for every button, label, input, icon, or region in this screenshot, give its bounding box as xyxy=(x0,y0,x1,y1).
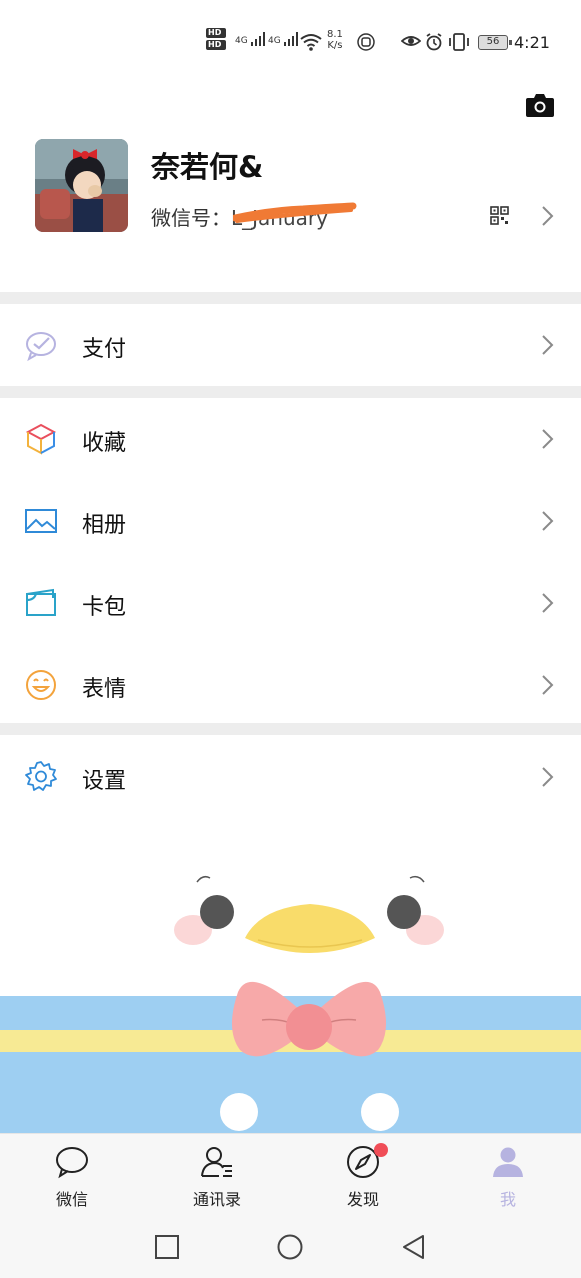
menu-label: 设置 xyxy=(82,769,127,794)
menu-label: 支付 xyxy=(82,337,127,362)
network-speed: 8.1 K/s xyxy=(327,29,343,51)
chevron-right-icon xyxy=(542,593,554,613)
tab-discover[interactable]: 发现 xyxy=(313,1134,413,1214)
menu-item-album[interactable]: 相册 xyxy=(0,480,581,562)
clock: 4:21 xyxy=(514,33,550,52)
chevron-right-icon xyxy=(542,511,554,531)
qr-code-icon[interactable] xyxy=(490,206,509,225)
nickname: 奈若何& xyxy=(151,150,264,184)
system-nav-bar xyxy=(0,1213,581,1278)
chevron-right-icon xyxy=(542,675,554,695)
menu-item-settings[interactable]: 设置 xyxy=(0,736,581,818)
signal-bars-icon xyxy=(250,32,265,46)
menu-label: 收藏 xyxy=(82,431,127,456)
back-triangle-icon[interactable] xyxy=(400,1233,428,1261)
tab-label: 发现 xyxy=(346,1190,379,1209)
vibrate-icon xyxy=(449,33,469,51)
discover-badge-dot xyxy=(374,1143,388,1157)
tab-label: 我 xyxy=(499,1190,516,1209)
chat-bubble-icon xyxy=(56,1147,88,1179)
menu-label: 卡包 xyxy=(82,595,127,620)
network-type-1: 4G xyxy=(235,36,248,46)
duck-image xyxy=(0,875,581,1135)
avatar-image xyxy=(35,139,128,232)
bottom-tab-bar: 微信 通讯录 发现 我 xyxy=(0,1133,581,1213)
person-icon xyxy=(493,1147,523,1177)
duck-illustration xyxy=(0,870,581,1135)
signal-bars-icon xyxy=(283,32,298,46)
tab-label: 微信 xyxy=(55,1190,88,1209)
chevron-right-icon xyxy=(542,206,554,226)
chevron-right-icon xyxy=(542,429,554,449)
tab-label: 通讯录 xyxy=(192,1190,241,1209)
redaction-scribble xyxy=(233,202,357,223)
wifi-icon xyxy=(300,34,322,51)
cube-icon xyxy=(25,423,57,455)
tab-me[interactable]: 我 xyxy=(458,1134,558,1214)
status-bar: HD HD 4G 4G 8.1 K/s 56 4:21 xyxy=(0,0,581,86)
hd-badge-1: HD xyxy=(206,28,226,38)
alarm-icon xyxy=(426,33,442,51)
avatar[interactable] xyxy=(35,139,128,232)
signal-sim2: 4G xyxy=(268,32,298,46)
menu-item-pay[interactable]: 支付 xyxy=(0,304,581,386)
hd-badge-2: HD xyxy=(206,40,226,50)
network-speed-unit: K/s xyxy=(327,40,343,51)
eye-icon xyxy=(401,36,421,46)
tab-contacts[interactable]: 通讯录 xyxy=(167,1134,267,1214)
gesture-hand-icon xyxy=(357,33,375,51)
network-speed-value: 8.1 xyxy=(327,29,343,40)
signal-sim1: 4G xyxy=(235,32,265,46)
gear-icon xyxy=(25,761,57,791)
picture-icon xyxy=(25,509,57,533)
menu-item-cards[interactable]: 卡包 xyxy=(0,562,581,644)
contacts-icon xyxy=(201,1147,232,1177)
home-circle-icon[interactable] xyxy=(276,1233,304,1261)
profile-header[interactable]: 奈若何& 微信号：L_January xyxy=(0,130,581,290)
camera-icon[interactable] xyxy=(525,92,555,118)
section-divider xyxy=(0,723,581,735)
chevron-right-icon xyxy=(542,767,554,787)
battery-indicator: 56 xyxy=(478,35,512,50)
pay-check-icon xyxy=(26,332,56,362)
wechat-id-label: 微信号： xyxy=(151,206,231,230)
tab-chats[interactable]: 微信 xyxy=(22,1134,122,1214)
menu-item-favorites[interactable]: 收藏 xyxy=(0,398,581,480)
network-type-2: 4G xyxy=(268,36,281,46)
recents-square-icon[interactable] xyxy=(153,1233,181,1261)
smiley-icon xyxy=(26,670,56,700)
section-divider xyxy=(0,386,581,398)
menu-label: 表情 xyxy=(82,677,127,702)
wallet-icon xyxy=(26,588,56,616)
hd-indicator: HD HD xyxy=(206,28,230,52)
chevron-right-icon xyxy=(542,335,554,355)
menu-item-stickers[interactable]: 表情 xyxy=(0,644,581,726)
menu-label: 相册 xyxy=(82,513,127,538)
section-divider xyxy=(0,292,581,304)
